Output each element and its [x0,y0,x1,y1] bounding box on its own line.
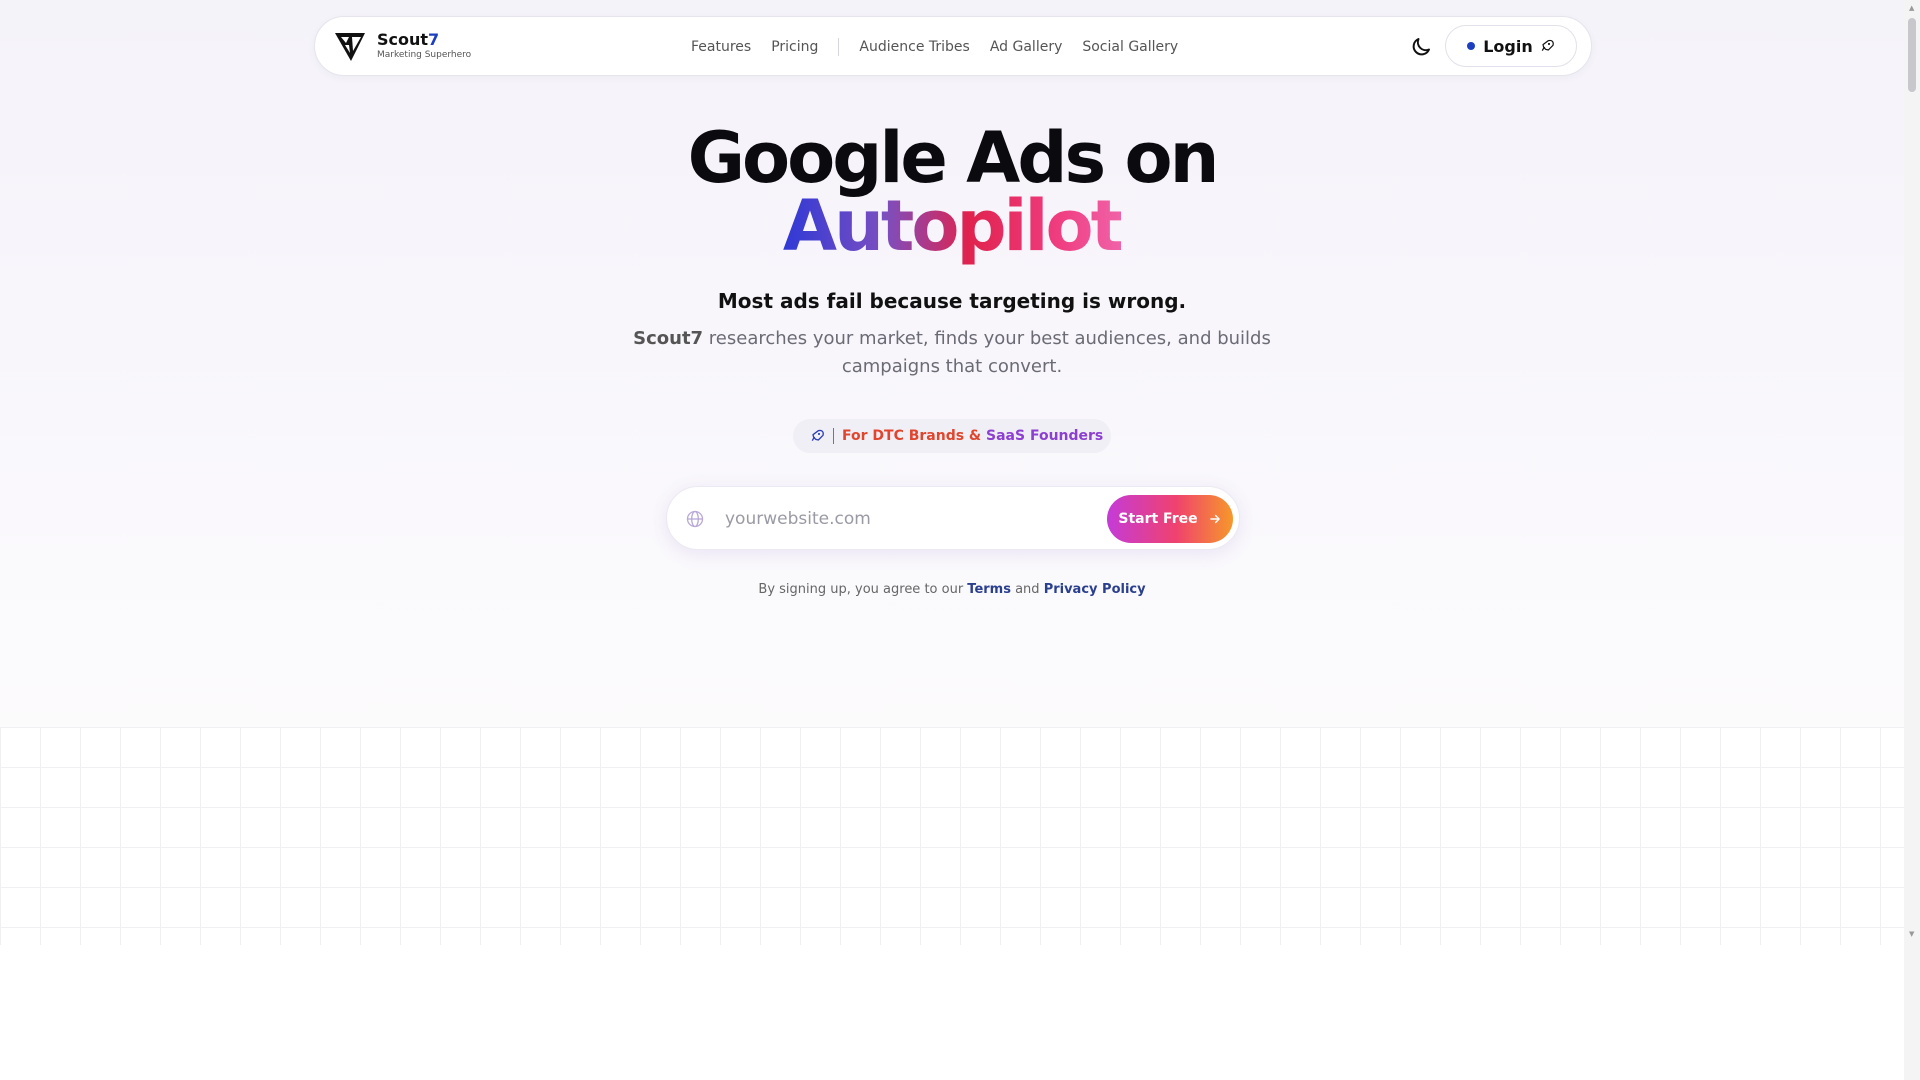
scroll-up-arrow-icon[interactable]: ▲ [1909,4,1914,12]
badge-text: For DTC Brands & SaaS Founders [842,428,1104,444]
brand-logo[interactable]: Scout7 Marketing Superhero [333,29,471,63]
footer-blank [0,945,1904,1080]
badge-divider [833,428,834,444]
hero-title-line2: Autopilot [782,185,1124,267]
login-button[interactable]: Login [1445,25,1577,67]
privacy-policy-link[interactable]: Privacy Policy [1044,582,1146,597]
nav-link-social-gallery[interactable]: Social Gallery [1082,39,1178,55]
scrollbar-thumb[interactable] [1908,18,1916,92]
moon-icon[interactable] [1409,35,1433,59]
rocket-icon [811,429,824,441]
brand-tagline: Marketing Superhero [377,50,472,60]
start-free-label: Start Free [1118,511,1198,527]
nav-divider [838,38,840,56]
nav-link-audience-tribes[interactable]: Audience Tribes [859,39,969,55]
nav-link-features[interactable]: Features [691,39,751,55]
audience-badge: For DTC Brands & SaaS Founders [793,419,1111,453]
scout7-logo-icon [335,33,365,61]
nav-link-pricing[interactable]: Pricing [771,39,818,55]
scroll-down-arrow-icon[interactable]: ▼ [1909,930,1914,938]
top-navbar: Scout7 Marketing Superhero Features Pric… [314,16,1592,76]
page-scrollbar[interactable]: ▲ ▼ [1904,0,1920,1080]
terms-link[interactable]: Terms [967,582,1011,597]
nav-link-ad-gallery[interactable]: Ad Gallery [990,39,1063,55]
arrow-right-icon [1209,514,1220,524]
website-input[interactable] [725,503,1085,535]
start-free-button[interactable]: Start Free [1107,495,1233,543]
rocket-icon [1541,39,1554,51]
globe-icon [686,510,704,528]
hero-tagline: Most ads fail because targeting is wrong… [717,289,1187,313]
legal-notice: By signing up, you agree to our Terms an… [758,582,1146,597]
grid-background [0,727,1904,945]
brand-name: Scout7 [377,30,440,49]
nav-links: Features Pricing Audience Tribes Ad Gall… [691,17,1198,77]
hero-description: Scout7 researches your market, finds you… [633,328,1271,377]
login-label: Login [1483,36,1533,56]
signup-form: Start Free [666,486,1240,550]
status-dot [1467,42,1476,50]
